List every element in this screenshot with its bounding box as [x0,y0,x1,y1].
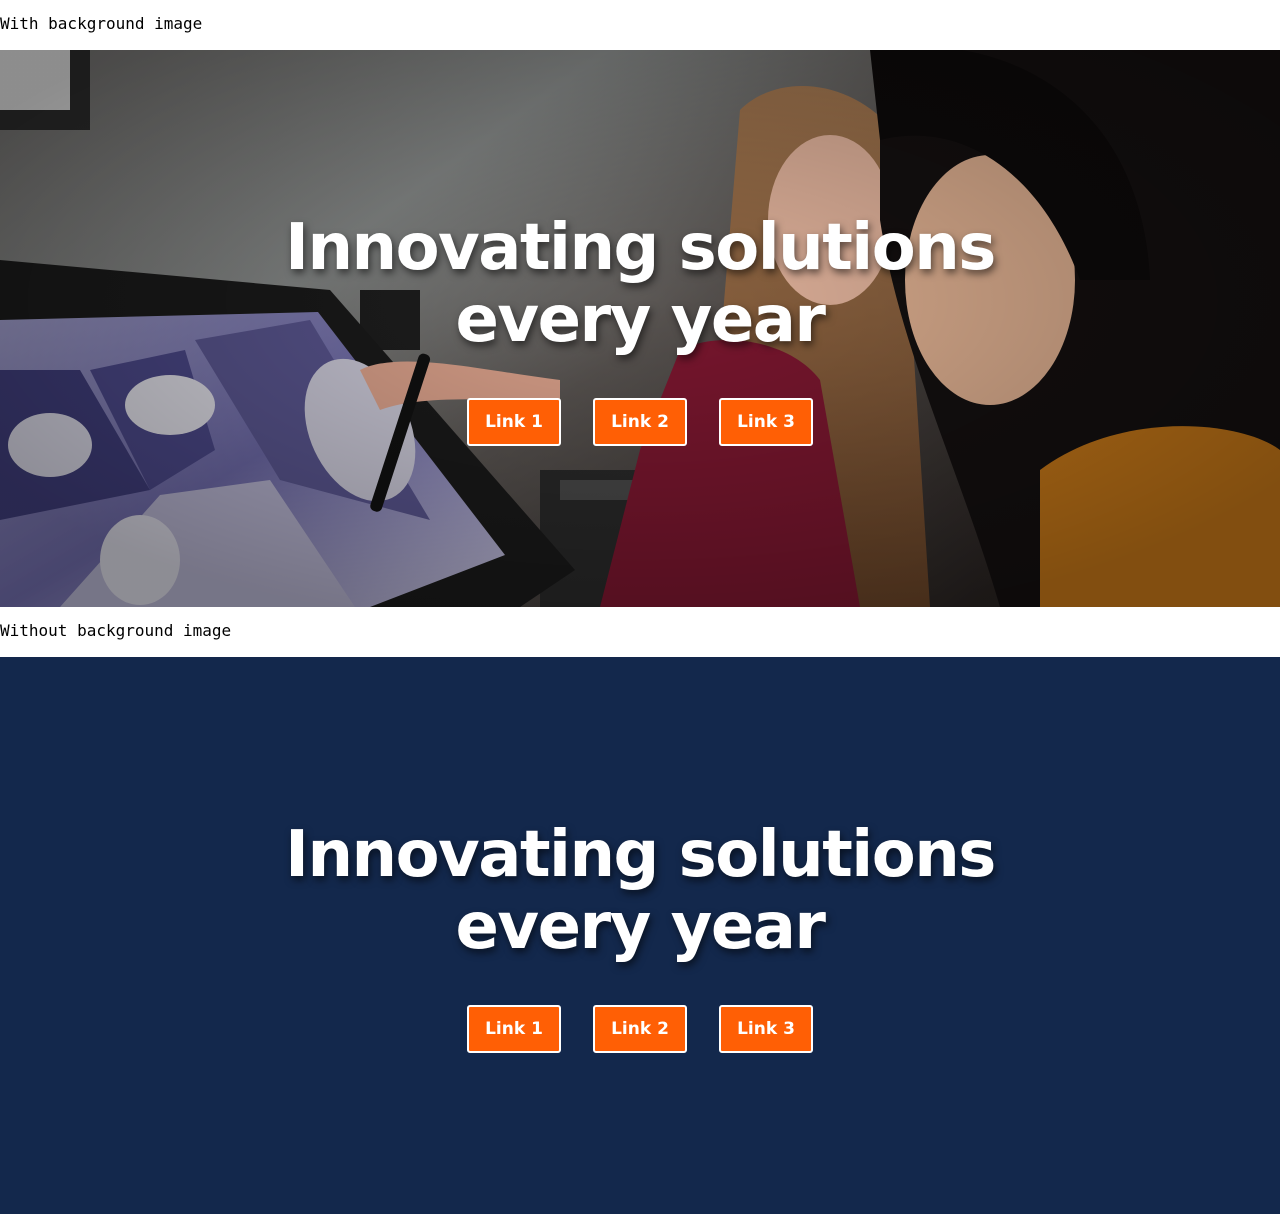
hero-link-group: Link 1 Link 2 Link 3 [467,397,813,446]
hero-heading: Innovating solutions every year [260,819,1020,963]
hero-link-2-button[interactable]: Link 2 [593,1004,687,1053]
hero-with-background-image: Innovating solutions every year Link 1 L… [0,50,1280,607]
hero-content: Innovating solutions every year Link 1 L… [0,50,1280,607]
hero-heading-line-1: Innovating solutions [285,817,996,892]
hero-link-3-button[interactable]: Link 3 [719,397,813,446]
hero-content: Innovating solutions every year Link 1 L… [0,657,1280,1214]
hero-link-3-button[interactable]: Link 3 [719,1004,813,1053]
hero-heading-line-1: Innovating solutions [285,210,996,285]
hero-link-group: Link 1 Link 2 Link 3 [467,1004,813,1053]
hero-without-background-image: Innovating solutions every year Link 1 L… [0,657,1280,1214]
section-label-with-image: With background image [0,0,1280,50]
hero-link-1-button[interactable]: Link 1 [467,1004,561,1053]
hero-heading: Innovating solutions every year [260,212,1020,356]
hero-link-1-button[interactable]: Link 1 [467,397,561,446]
hero-heading-line-2: every year [455,889,826,964]
hero-heading-line-2: every year [455,282,826,357]
section-label-without-image: Without background image [0,607,1280,657]
hero-link-2-button[interactable]: Link 2 [593,397,687,446]
